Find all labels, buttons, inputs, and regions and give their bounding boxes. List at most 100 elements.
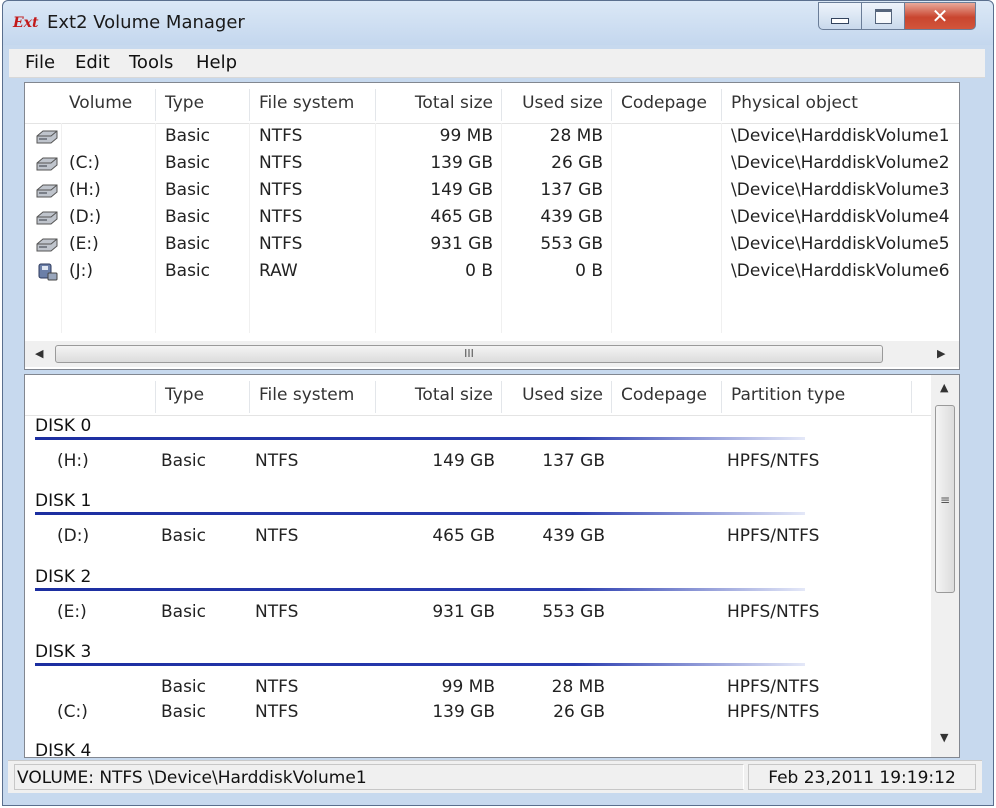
col-file-system[interactable]: File system	[259, 83, 375, 123]
col-codepage[interactable]: Codepage	[621, 83, 721, 123]
volume-physical-object: \Device\HarddiskVolume3	[731, 180, 950, 200]
window-title: Ext2 Volume Manager	[47, 12, 245, 33]
scroll-down-icon[interactable]: ▼	[940, 731, 948, 744]
volume-used: 553 GB	[540, 234, 603, 254]
volume-row[interactable]: (J:) Basic RAW 0 B 0 B \Device\HarddiskVolume…	[25, 258, 959, 285]
partition-row[interactable]: (D:) Basic NTFS 465 GB 439 GB HPFS/NTFS	[25, 523, 931, 550]
partition-type: Basic	[161, 702, 207, 722]
partition-total: 149 GB	[432, 451, 495, 471]
disk-list[interactable]: Type File system Total size Used size Co…	[24, 374, 960, 758]
partition-row[interactable]: (E:) Basic NTFS 931 GB 553 GB HPFS/NTFS	[25, 599, 931, 626]
app-icon: Ext	[13, 15, 39, 31]
partition-row[interactable]: (C:) Basic NTFS 139 GB 26 GB HPFS/NTFS	[25, 699, 931, 726]
vertical-scrollbar[interactable]: ▲ ≡ ▼	[931, 375, 959, 757]
volume-used: 137 GB	[540, 180, 603, 200]
col-type[interactable]: Type	[165, 375, 249, 415]
disk-group-title[interactable]: DISK 4	[35, 740, 91, 757]
partition-ptype: HPFS/NTFS	[727, 451, 820, 471]
scroll-up-icon[interactable]: ▲	[940, 381, 948, 394]
partition-volume: (C:)	[57, 702, 88, 722]
partition-total: 931 GB	[432, 602, 495, 622]
volume-row[interactable]: (D:) Basic NTFS 465 GB 439 GB \Device\Harddis…	[25, 204, 959, 231]
close-button[interactable]: ✕	[904, 2, 976, 30]
scroll-left-icon[interactable]: ◀	[35, 347, 43, 360]
volume-used: 439 GB	[540, 207, 603, 227]
volume-total: 99 MB	[439, 126, 493, 146]
volume-fs: NTFS	[259, 126, 303, 146]
horizontal-scroll-thumb[interactable]: III	[55, 345, 883, 363]
partition-type: Basic	[161, 451, 207, 471]
volume-label: (H:)	[69, 180, 101, 200]
partition-total: 139 GB	[432, 702, 495, 722]
volume-codepage	[621, 177, 721, 204]
col-total-size[interactable]: Total size	[381, 83, 493, 123]
col-total-size[interactable]: Total size	[381, 375, 493, 415]
disk-list-header: Type File system Total size Used size Co…	[25, 375, 931, 416]
partition-ptype: HPFS/NTFS	[727, 677, 820, 697]
volume-row[interactable]: (H:) Basic NTFS 149 GB 137 GB \Device\Harddis…	[25, 177, 959, 204]
partition-fs: NTFS	[255, 451, 299, 471]
partition-volume	[57, 674, 147, 701]
volume-list-header: Volume Type File system Total size Used …	[25, 83, 959, 124]
volume-physical-object: \Device\HarddiskVolume5	[731, 234, 950, 254]
minimize-button[interactable]	[818, 2, 862, 30]
volume-codepage	[621, 123, 721, 150]
disk-group-divider	[35, 588, 805, 591]
disk-group-divider	[35, 512, 805, 515]
col-blank[interactable]	[25, 375, 155, 415]
menu-tools[interactable]: Tools	[129, 49, 173, 77]
disk-group-title[interactable]: DISK 0	[35, 415, 91, 437]
title-bar[interactable]: Ext Ext2 Volume Manager ✕	[3, 1, 993, 45]
volume-total: 0 B	[465, 261, 493, 281]
volume-row[interactable]: Basic NTFS 99 MB 28 MB \Device\HarddiskVolum…	[25, 123, 959, 150]
maximize-button[interactable]	[861, 2, 905, 30]
volume-fs: NTFS	[259, 153, 303, 173]
partition-row[interactable]: (H:) Basic NTFS 149 GB 137 GB HPFS/NTFS	[25, 448, 931, 475]
volume-total: 465 GB	[430, 207, 493, 227]
volume-list[interactable]: Volume Type File system Total size Used …	[24, 82, 960, 370]
disk-group-title[interactable]: DISK 3	[35, 641, 91, 663]
vertical-scroll-thumb[interactable]: ≡	[935, 405, 955, 593]
col-type[interactable]: Type	[165, 83, 249, 123]
volume-type: Basic	[165, 180, 211, 200]
partition-used: 439 GB	[542, 526, 605, 546]
volume-codepage	[621, 258, 721, 285]
partition-volume: (E:)	[57, 602, 87, 622]
col-used-size[interactable]: Used size	[507, 375, 603, 415]
volume-used: 0 B	[575, 261, 603, 281]
close-icon: ✕	[931, 4, 949, 28]
menu-edit[interactable]: Edit	[75, 49, 110, 77]
horizontal-scrollbar[interactable]: ◀ III ▶	[25, 341, 959, 367]
menu-file[interactable]: File	[25, 49, 55, 77]
volume-row[interactable]: (C:) Basic NTFS 139 GB 26 GB \Device\Harddisk…	[25, 150, 959, 177]
volume-type: Basic	[165, 261, 211, 281]
col-codepage[interactable]: Codepage	[621, 375, 721, 415]
volume-label: (C:)	[69, 153, 100, 173]
volume-physical-object: \Device\HarddiskVolume4	[731, 207, 950, 227]
partition-row[interactable]: Basic NTFS 99 MB 28 MB HPFS/NTFS	[25, 674, 931, 701]
scroll-right-icon[interactable]: ▶	[937, 347, 945, 360]
partition-used: 28 MB	[551, 677, 605, 697]
col-volume[interactable]: Volume	[69, 83, 155, 123]
status-datetime: Feb 23,2011 19:19:12	[748, 764, 976, 790]
minimize-icon	[831, 18, 849, 24]
col-file-system[interactable]: File system	[259, 375, 375, 415]
volume-type: Basic	[165, 153, 211, 173]
partition-type: Basic	[161, 526, 207, 546]
status-bar: VOLUME: NTFS \Device\HarddiskVolume1 Feb…	[8, 760, 982, 793]
disk-group-title[interactable]: DISK 1	[35, 490, 91, 512]
partition-fs: NTFS	[255, 602, 299, 622]
disk-group-divider	[35, 663, 805, 666]
menu-help[interactable]: Help	[196, 49, 237, 77]
col-partition-type[interactable]: Partition type	[731, 375, 911, 415]
volume-physical-object: \Device\HarddiskVolume2	[731, 153, 950, 173]
disk-group-title[interactable]: DISK 2	[35, 566, 91, 588]
col-physical-object[interactable]: Physical object	[731, 83, 951, 123]
menu-bar: File Edit Tools Help	[9, 49, 985, 78]
volume-used: 26 GB	[551, 153, 603, 173]
volume-type: Basic	[165, 207, 211, 227]
volume-row[interactable]: (E:) Basic NTFS 931 GB 553 GB \Device\Harddis…	[25, 231, 959, 258]
partition-used: 553 GB	[542, 602, 605, 622]
col-used-size[interactable]: Used size	[507, 83, 603, 123]
partition-used: 137 GB	[542, 451, 605, 471]
